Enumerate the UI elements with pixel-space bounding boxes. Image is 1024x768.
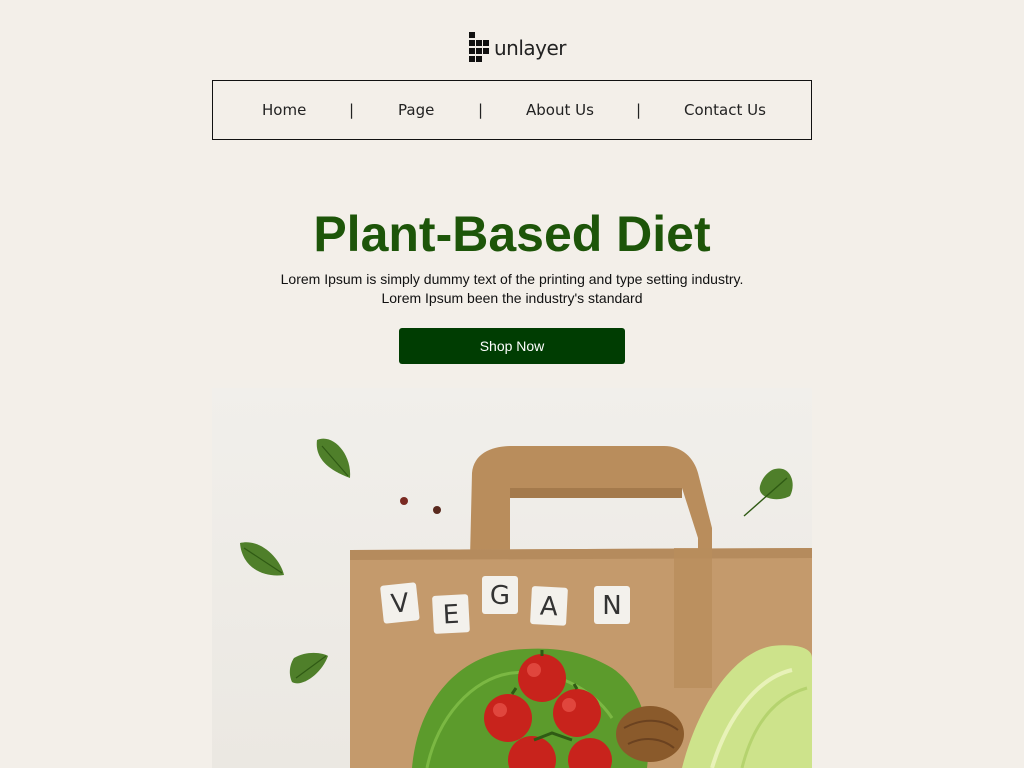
nav-item-page[interactable]: Page [398,101,434,119]
nav-item-home[interactable]: Home [262,101,306,119]
brand-logo[interactable]: unlayer [469,32,567,62]
nav-separator: | [478,101,484,119]
nav-separator: | [349,101,355,119]
tile-letter: A [539,591,559,622]
shop-now-button[interactable]: Shop Now [399,328,625,364]
peppercorn-icon [400,497,408,505]
basil-leaf-icon [289,652,328,684]
hero-description: Lorem Ipsum is simply dummy text of the … [212,270,812,308]
walnut-icon [616,706,684,762]
vegan-bag-illustration: V E G A N [240,438,812,768]
basil-leaf-icon [743,468,793,517]
hero-image: V E G A N [212,388,812,768]
basil-leaf-icon [240,542,284,576]
tile-letter: E [442,600,460,631]
tile-letter: N [602,591,621,621]
logo-mark-icon [469,32,489,62]
nav-item-about-us[interactable]: About Us [526,101,594,119]
hero-description-line-1: Lorem Ipsum is simply dummy text of the … [280,271,744,287]
hero-description-line-2: Lorem Ipsum been the industry's standard [381,290,643,306]
hero-title: Plant-Based Diet [313,206,711,262]
tile-letter: G [490,581,510,611]
basil-leaf-icon [316,438,351,478]
main-nav: Home | Page | About Us | Contact Us [212,80,812,140]
nav-item-contact-us[interactable]: Contact Us [684,101,766,119]
tile-letter: V [390,588,411,620]
brand-name: unlayer [494,36,567,60]
peppercorn-icon [433,506,441,514]
nav-separator: | [636,101,642,119]
